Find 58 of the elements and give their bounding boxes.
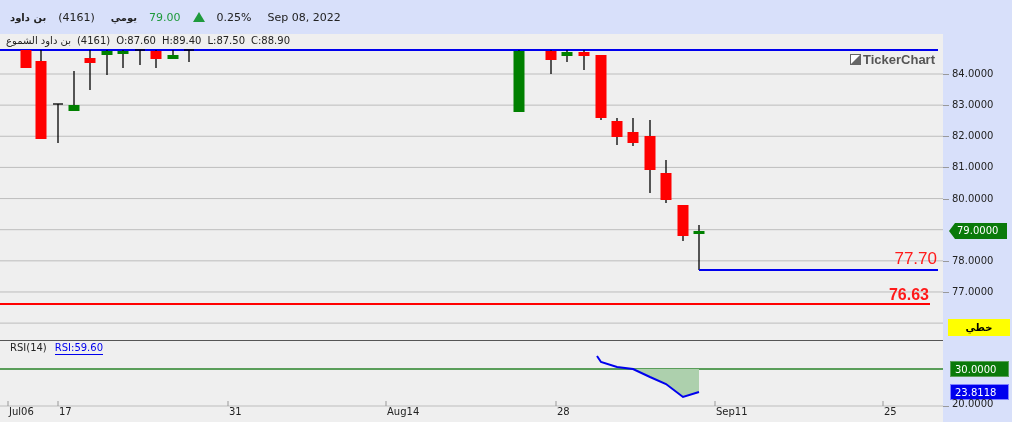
- symbol-code: (4161): [58, 10, 95, 24]
- ohlc-value: O:87.60: [116, 34, 156, 48]
- candle: [677, 204, 689, 242]
- indicator-name: RSI(14): [10, 342, 47, 355]
- axis-label: 81.0000: [952, 160, 994, 175]
- ohlc-value: (4161): [76, 34, 111, 48]
- ohlc-value: L:87.50: [207, 34, 245, 48]
- candle: [513, 49, 525, 113]
- candle: [150, 49, 162, 69]
- axis-label: 82.0000: [952, 129, 994, 144]
- candle: [84, 49, 96, 91]
- candle: [693, 224, 705, 271]
- candle: [627, 117, 639, 147]
- chart-title: بن داود الشموع: [6, 34, 71, 48]
- symbol-name: بن داود: [10, 11, 47, 23]
- last-price: 79.00: [149, 10, 181, 24]
- candle: [578, 49, 590, 71]
- candle: [101, 49, 113, 76]
- change-percent: 0.25%: [216, 10, 252, 24]
- time-label: Sep11: [716, 406, 748, 418]
- time-label: Aug14: [387, 406, 420, 418]
- period-label: يومي: [110, 11, 138, 23]
- time-label: 28: [557, 406, 570, 418]
- candle: [68, 70, 80, 112]
- candle: [561, 49, 573, 63]
- ohlc-value: C:88.90: [251, 34, 290, 48]
- time-label: 25: [884, 406, 897, 418]
- time-label: Jul06: [9, 406, 34, 418]
- logo-icon: [850, 54, 861, 65]
- time-label: 31: [229, 406, 242, 418]
- line-type-button[interactable]: خطي: [948, 319, 1010, 336]
- level-label: 76.63: [888, 286, 929, 304]
- candle: [595, 54, 607, 121]
- price-tag: 79.0000: [949, 223, 1007, 239]
- candle: [545, 49, 557, 75]
- candle: [117, 49, 129, 69]
- axis-label: 83.0000: [952, 98, 994, 113]
- axis-label: 84.0000: [952, 67, 994, 81]
- axis-label: 77.0000: [952, 284, 994, 299]
- axis-label: 20.0000: [952, 397, 994, 411]
- axis-label: 78.0000: [952, 253, 994, 268]
- time-label: 17: [59, 406, 72, 418]
- candle: [20, 49, 32, 69]
- oversold-area: [633, 369, 699, 397]
- logo-text: TickerChart: [863, 52, 935, 67]
- candle: [134, 49, 146, 66]
- axis-label: 80.0000: [952, 191, 994, 206]
- ohlc-value: H:89.40: [161, 34, 202, 48]
- candle: [52, 103, 64, 144]
- candle: [611, 117, 623, 146]
- date-label: Sep 08, 2022: [267, 10, 341, 24]
- value-tag: 30.0000: [950, 361, 1009, 377]
- candle: [167, 49, 179, 60]
- candle: [183, 49, 195, 63]
- candle: [660, 159, 672, 204]
- value-tag: 23.8118: [950, 384, 1009, 400]
- indicator-value: RSI:59.60: [54, 342, 104, 355]
- level-label: 77.70: [894, 249, 937, 269]
